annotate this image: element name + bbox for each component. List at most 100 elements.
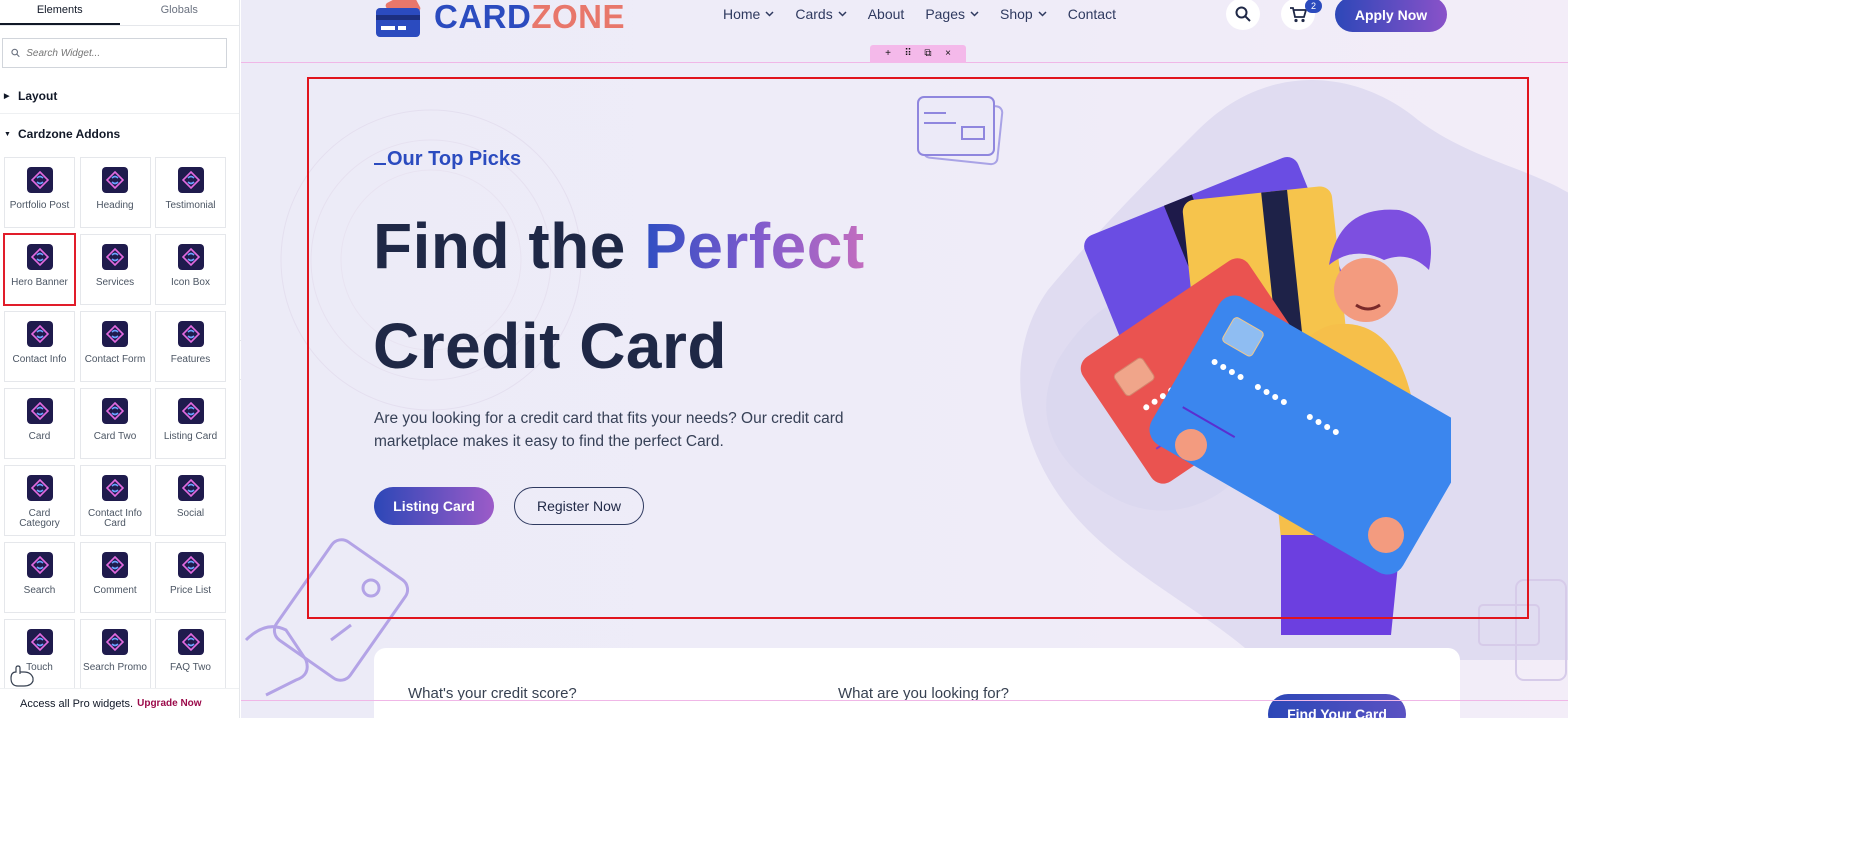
nav-shop[interactable]: Shop — [1000, 6, 1047, 22]
cardzone-widget-icon — [26, 398, 53, 424]
cardzone-widget-icon — [26, 629, 53, 655]
widget-label: FAQ Two — [170, 662, 211, 673]
pro-promo: Access all Pro widgets. Upgrade Now — [0, 688, 239, 718]
widget-panel: Elements Globals ▶ Layout ▼ Cardzone Add… — [0, 0, 240, 718]
delete-section-button[interactable]: × — [941, 45, 955, 63]
widget-search — [2, 38, 227, 68]
section-layout-label: Layout — [18, 88, 58, 103]
cart-icon — [1290, 6, 1307, 22]
cardzone-widget-icon — [102, 321, 128, 347]
cardzone-widget-icon — [102, 552, 128, 578]
caret-down-icon: ▼ — [4, 130, 11, 138]
widget-card[interactable]: Card — [4, 388, 75, 459]
section-guide-line-bottom — [241, 700, 1568, 701]
tab-globals[interactable]: Globals — [120, 0, 240, 25]
widget-contact-info-card[interactable]: Contact Info Card — [79, 465, 151, 536]
widget-listing-card[interactable]: Listing Card — [155, 388, 226, 459]
widget-label: Hero Banner — [11, 277, 68, 288]
selected-hero-banner-frame[interactable] — [307, 77, 1529, 619]
chevron-down-icon — [970, 11, 979, 17]
widget-card-two[interactable]: Card Two — [79, 388, 151, 459]
widget-testimonial[interactable]: Testimonial — [155, 157, 226, 228]
chevron-down-icon — [838, 11, 847, 17]
search-widget-input[interactable] — [26, 47, 218, 59]
widget-services[interactable]: Services — [79, 234, 151, 305]
find-your-card-button[interactable]: Find Your Card — [1268, 694, 1406, 718]
widget-hero-banner[interactable]: Hero Banner — [3, 233, 76, 306]
cardzone-widget-icon — [26, 475, 53, 501]
widget-label: Social — [176, 508, 205, 519]
widget-label: Portfolio Post — [9, 200, 70, 211]
site-logo[interactable]: CARDZONE — [374, 0, 625, 39]
widget-label: Heading — [96, 200, 134, 211]
cart-count-badge: 2 — [1305, 0, 1322, 13]
card-finder: What's your credit score? What are you l… — [374, 648, 1460, 718]
widget-label: Contact Form — [84, 354, 146, 365]
nav-home[interactable]: Home — [723, 6, 774, 22]
credit-card-logo-icon — [376, 0, 421, 37]
search-button[interactable] — [1226, 0, 1260, 30]
widget-search-promo[interactable]: Search Promo — [79, 619, 151, 690]
cardzone-widget-icon — [177, 167, 204, 193]
nav-pages[interactable]: Pages — [925, 6, 979, 22]
logo-part1: CARD — [434, 0, 532, 35]
widget-contact-info[interactable]: Contact Info — [4, 311, 75, 382]
widget-label: Price List — [169, 585, 212, 596]
cardzone-widget-icon — [102, 167, 128, 193]
widget-heading[interactable]: Heading — [79, 157, 151, 228]
editor-canvas: CARDZONE Home Cards About Pages Shop Contact … — [241, 0, 1568, 718]
section-cardzone-addons[interactable]: ▼ Cardzone Addons — [0, 114, 239, 154]
section-layout[interactable]: ▶ Layout — [0, 78, 239, 114]
widget-features[interactable]: Features — [155, 311, 226, 382]
cardzone-widget-icon — [177, 475, 204, 501]
search-icon — [1235, 6, 1251, 22]
add-section-button[interactable]: + — [881, 45, 895, 63]
widget-label: Contact Info Card — [88, 508, 142, 529]
nav-about[interactable]: About — [868, 6, 905, 22]
widget-icon-box[interactable]: Icon Box — [155, 234, 226, 305]
cardzone-widget-icon — [177, 398, 204, 424]
widget-contact-form[interactable]: Contact Form — [79, 311, 151, 382]
widget-label: Search — [23, 585, 56, 596]
cardzone-widget-icon — [26, 552, 53, 578]
cardzone-widget-icon — [102, 398, 128, 424]
nav-label: Pages — [925, 6, 966, 22]
widget-label: Services — [95, 277, 135, 288]
widget-card-category[interactable]: Card Category — [4, 465, 75, 536]
nav-label: Shop — [1000, 6, 1033, 22]
section-addons-label: Cardzone Addons — [18, 127, 121, 141]
widget-label: Features — [170, 354, 211, 365]
nav-label: About — [867, 6, 905, 22]
widget-price-list[interactable]: Price List — [155, 542, 226, 613]
cardzone-widget-icon — [26, 244, 53, 270]
cardzone-widget-icon — [177, 244, 204, 270]
main-nav: Home Cards About Pages Shop Contact — [723, 0, 1116, 28]
widget-label: Testimonial — [165, 200, 216, 211]
widget-faq-two[interactable]: FAQ Two — [155, 619, 226, 690]
widget-portfolio-post[interactable]: Portfolio Post — [4, 157, 75, 228]
widget-grid: Portfolio Post Heading Testimonial Hero Ban… — [0, 154, 239, 690]
widget-social[interactable]: Social — [155, 465, 226, 536]
section-edit-toolbar: + ⠿ ⧉ × — [870, 45, 966, 63]
drag-handle-icon[interactable]: ⠿ — [901, 45, 915, 63]
logo-wordmark: CARDZONE — [434, 0, 625, 36]
apply-now-button[interactable]: Apply Now — [1335, 0, 1447, 32]
duplicate-section-button[interactable]: ⧉ — [921, 45, 935, 63]
cardzone-widget-icon — [177, 552, 204, 578]
nav-cards[interactable]: Cards — [795, 6, 847, 22]
nav-label: Home — [723, 6, 761, 22]
cardzone-widget-icon — [102, 244, 128, 270]
widget-search[interactable]: Search — [4, 542, 75, 613]
widget-label: Search Promo — [83, 662, 147, 673]
cardzone-widget-icon — [26, 321, 53, 347]
cardzone-widget-icon — [177, 629, 204, 655]
upgrade-now-link[interactable]: Upgrade Now — [137, 698, 201, 709]
cardzone-widget-icon — [102, 475, 128, 501]
nav-contact[interactable]: Contact — [1068, 6, 1116, 22]
widget-label: Card — [28, 431, 51, 442]
chevron-down-icon — [765, 11, 774, 17]
widget-comment[interactable]: Comment — [79, 542, 151, 613]
search-icon — [11, 48, 20, 58]
caret-right-icon: ▶ — [4, 92, 10, 100]
tab-elements[interactable]: Elements — [0, 0, 120, 25]
